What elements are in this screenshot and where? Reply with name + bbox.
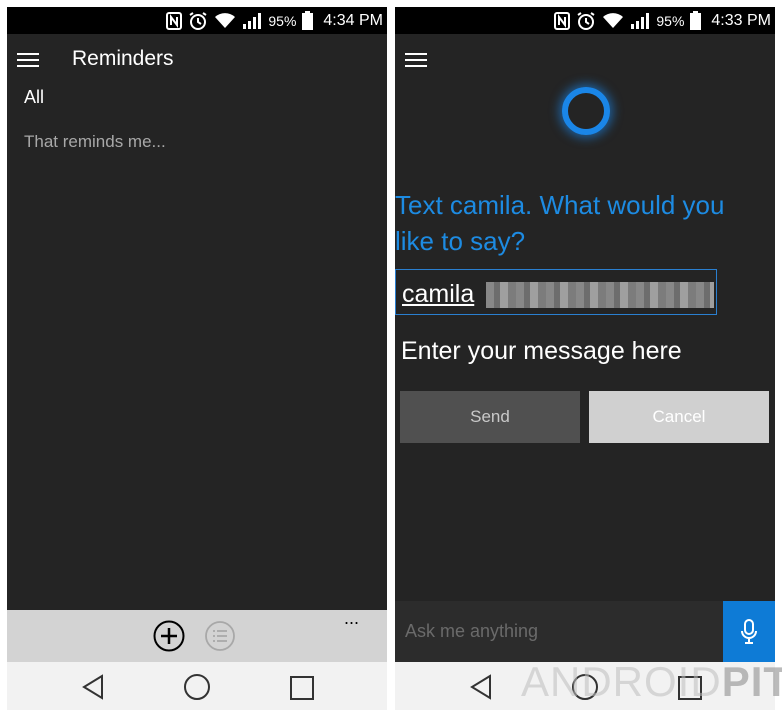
recipient-name: camila <box>402 280 475 308</box>
reminders-screen: 95% 4:34 PM Reminders All That reminds m… <box>7 7 387 710</box>
battery-icon <box>690 11 702 30</box>
empty-state-text: That reminds me... <box>24 132 166 151</box>
message-input[interactable]: Enter your message here <box>401 337 682 366</box>
list-view-icon[interactable] <box>205 621 235 651</box>
microphone-icon <box>741 618 757 644</box>
cortana-prompt: Text camila. What would you like to say? <box>395 190 725 256</box>
wifi-icon <box>603 12 624 28</box>
menu-icon[interactable] <box>405 53 429 69</box>
nfc-icon <box>554 11 571 30</box>
status-bar: 95% 4:34 PM <box>7 7 387 34</box>
clock: 4:33 PM <box>711 11 771 29</box>
app-bar: ... <box>7 609 387 662</box>
nfc-icon <box>166 11 183 30</box>
back-icon[interactable] <box>81 674 105 700</box>
signal-icon <box>243 12 262 29</box>
watermark-part1: ANDROID <box>521 658 722 705</box>
signal-icon <box>631 12 650 29</box>
cortana-icon <box>562 87 610 135</box>
home-icon[interactable] <box>183 673 211 701</box>
alarm-icon <box>189 11 207 30</box>
wifi-icon <box>215 12 236 28</box>
status-bar: 95% 4:33 PM <box>395 7 775 34</box>
androidpit-watermark: ANDROIDPIT <box>521 658 782 706</box>
cancel-button[interactable]: Cancel <box>589 391 769 443</box>
recipient-field[interactable]: camila <box>395 269 717 315</box>
page-title: Reminders <box>72 47 174 70</box>
recent-apps-icon[interactable] <box>290 676 314 700</box>
pixelated-phone-number <box>486 282 714 308</box>
microphone-button[interactable] <box>723 601 775 662</box>
system-nav-bar <box>7 662 387 710</box>
clock: 4:34 PM <box>323 11 383 29</box>
ask-input[interactable] <box>395 601 723 662</box>
battery-percent: 95% <box>268 12 297 29</box>
send-button[interactable]: Send <box>400 391 580 443</box>
back-icon[interactable] <box>469 674 493 700</box>
filter-all[interactable]: All <box>24 87 44 108</box>
battery-icon <box>302 11 314 30</box>
cortana-screen: 95% 4:33 PM Text camila. What would you … <box>395 7 775 710</box>
battery-percent: 95% <box>656 12 685 29</box>
menu-icon[interactable] <box>17 53 41 69</box>
add-icon[interactable] <box>153 620 185 652</box>
alarm-icon <box>577 11 595 30</box>
watermark-part2: PIT <box>721 658 782 705</box>
more-button[interactable]: ... <box>344 609 368 627</box>
ask-bar <box>395 601 775 662</box>
